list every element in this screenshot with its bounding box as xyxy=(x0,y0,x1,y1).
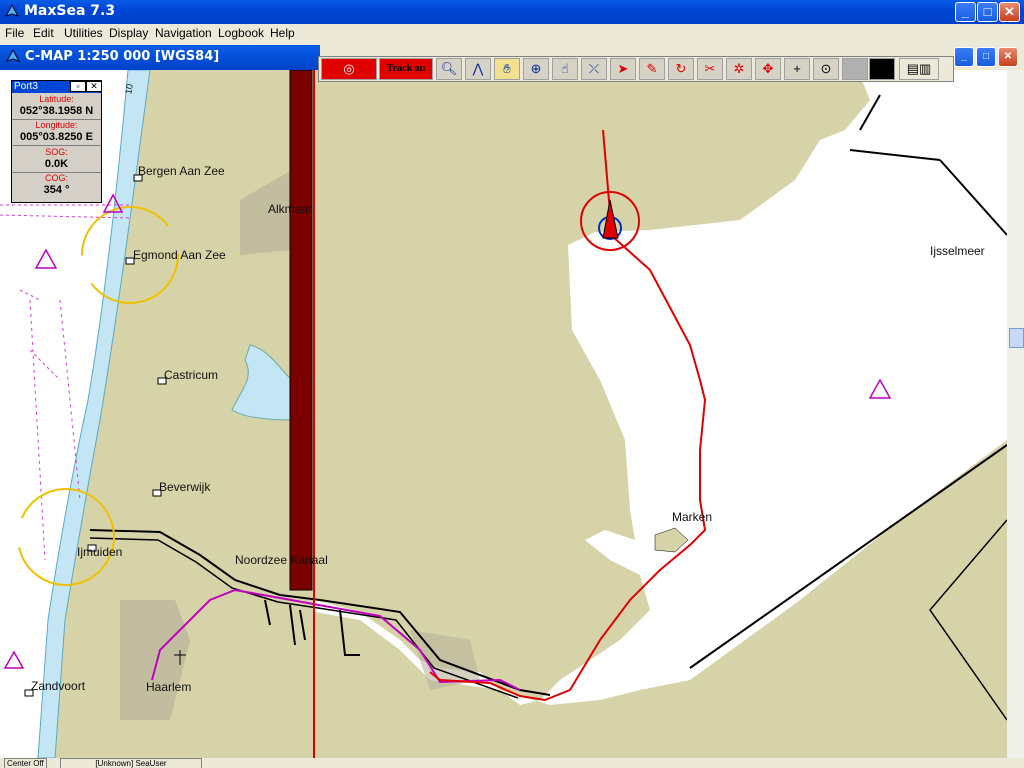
user-status: [Unknown] SeaUser xyxy=(60,758,202,768)
cog-label: COG: xyxy=(44,173,68,183)
label-zandvoort: Zandvoort xyxy=(31,679,86,693)
port3-titlebar[interactable]: Port3 ▫ ✕ xyxy=(12,81,102,93)
label-castricum: Castricum xyxy=(164,368,219,382)
route-icon[interactable]: ⤫ xyxy=(581,58,607,80)
label-ijsselmeer: Ijsselmeer xyxy=(930,244,985,258)
latitude-label: Latitude: xyxy=(39,94,74,104)
port3-title: Port3 xyxy=(14,81,38,92)
label-noordzee-kanaal: Noordzee Kanaal xyxy=(235,553,328,567)
app-title: MaxSea 7.3 xyxy=(24,3,116,19)
app-titlebar: MaxSea 7.3 _ □ ✕ xyxy=(0,0,1024,24)
tools-toolbar: ◎ Track on 🔍︎ ⋀ ✋︎ ⊕ ☝︎ ⤫ ➤ ✎ ↻ ✂ ✲ ✥ + … xyxy=(318,56,954,82)
sog-label: SOG: xyxy=(45,147,68,157)
sog-value: 0.0K xyxy=(44,158,69,170)
longitude-value: 005°03.8250 E xyxy=(20,131,93,143)
label-beverwijk: Beverwijk xyxy=(159,480,211,494)
scroll-thumb[interactable] xyxy=(1009,328,1024,348)
close-button[interactable]: ✕ xyxy=(999,2,1020,22)
pencil-icon[interactable]: ✎ xyxy=(639,58,665,80)
port3-minimize-button[interactable]: ▫ xyxy=(70,81,86,92)
label-haarlem: Haarlem xyxy=(146,680,192,694)
port3-instrument-panel[interactable]: Port3 ▫ ✕ Latitude: 052°38.1958 N Longit… xyxy=(11,80,102,203)
vertical-scrollbar[interactable] xyxy=(1007,70,1024,758)
menu-utilities[interactable]: Utilities xyxy=(64,26,103,40)
status-bar: Center Off [Unknown] SeaUser xyxy=(0,758,1024,768)
chart-restore-button[interactable]: □ xyxy=(976,47,996,67)
menu-file[interactable]: File xyxy=(5,26,24,40)
port3-close-button[interactable]: ✕ xyxy=(86,81,102,92)
zoom-icon[interactable]: 🔍︎ xyxy=(436,58,462,80)
label-alkmaar: Alkmaar xyxy=(268,202,313,216)
label-egmond-aan-zee: Egmond Aan Zee xyxy=(133,248,226,262)
maxsea-logo-icon xyxy=(4,4,20,17)
waypoint-icon[interactable]: ✲ xyxy=(726,58,752,80)
chart-window-icon xyxy=(5,49,21,62)
track-on-button[interactable]: Track on xyxy=(379,58,433,80)
label-ijmuiden: Ijmuiden xyxy=(77,545,123,559)
plus-icon[interactable]: + xyxy=(784,58,810,80)
compass-icon[interactable]: ⋀ xyxy=(465,58,491,80)
menu-help[interactable]: Help xyxy=(270,26,295,40)
restore-button[interactable]: □ xyxy=(977,2,998,22)
menu-navigation[interactable]: Navigation xyxy=(155,26,212,40)
menu-display[interactable]: Display xyxy=(109,26,148,40)
gray-swatch-button[interactable] xyxy=(842,58,868,80)
minimize-button[interactable]: _ xyxy=(955,2,976,22)
label-marken: Marken xyxy=(672,510,713,524)
menu-edit[interactable]: Edit xyxy=(33,26,54,40)
move-icon[interactable]: ✥ xyxy=(755,58,781,80)
center-status[interactable]: Center Off xyxy=(4,758,47,768)
label-bergen-aan-zee: Bergen Aan Zee xyxy=(138,164,225,178)
stop-record-button[interactable]: ◎ xyxy=(321,58,377,80)
cursor-icon[interactable]: ➤ xyxy=(610,58,636,80)
target-icon[interactable]: ⊙ xyxy=(813,58,839,80)
menu-bar: File Edit Utilities Display Navigation L… xyxy=(0,24,1024,43)
black-swatch-button[interactable] xyxy=(869,58,895,80)
chart-close-button[interactable]: ✕ xyxy=(998,47,1018,67)
hand-icon[interactable]: ✋︎ xyxy=(494,58,520,80)
chart-minimize-button[interactable]: _ xyxy=(954,47,974,67)
chart-view[interactable]: Bergen Aan Zee Alkmaar Egmond Aan Zee Ca… xyxy=(0,70,1007,758)
cog-value: 354 ° xyxy=(43,184,70,196)
scissors-icon[interactable]: ✂ xyxy=(697,58,723,80)
label-depth-contour: 10 xyxy=(123,83,135,95)
latitude-value: 052°38.1958 N xyxy=(19,105,94,117)
divider xyxy=(12,145,101,146)
chart-window-title: C-MAP 1:250 000 [WGS84] xyxy=(25,49,220,64)
toolbar-options-icon[interactable]: ▤▥ xyxy=(899,58,939,80)
menu-logbook[interactable]: Logbook xyxy=(218,26,264,40)
hand-pointer-icon[interactable]: ☝︎ xyxy=(552,58,578,80)
rotate-icon[interactable]: ↻ xyxy=(668,58,694,80)
longitude-label: Longitude: xyxy=(35,120,78,130)
chart-window-titlebar: C-MAP 1:250 000 [WGS84] xyxy=(0,45,320,70)
crosshair-icon[interactable]: ⊕ xyxy=(523,58,549,80)
